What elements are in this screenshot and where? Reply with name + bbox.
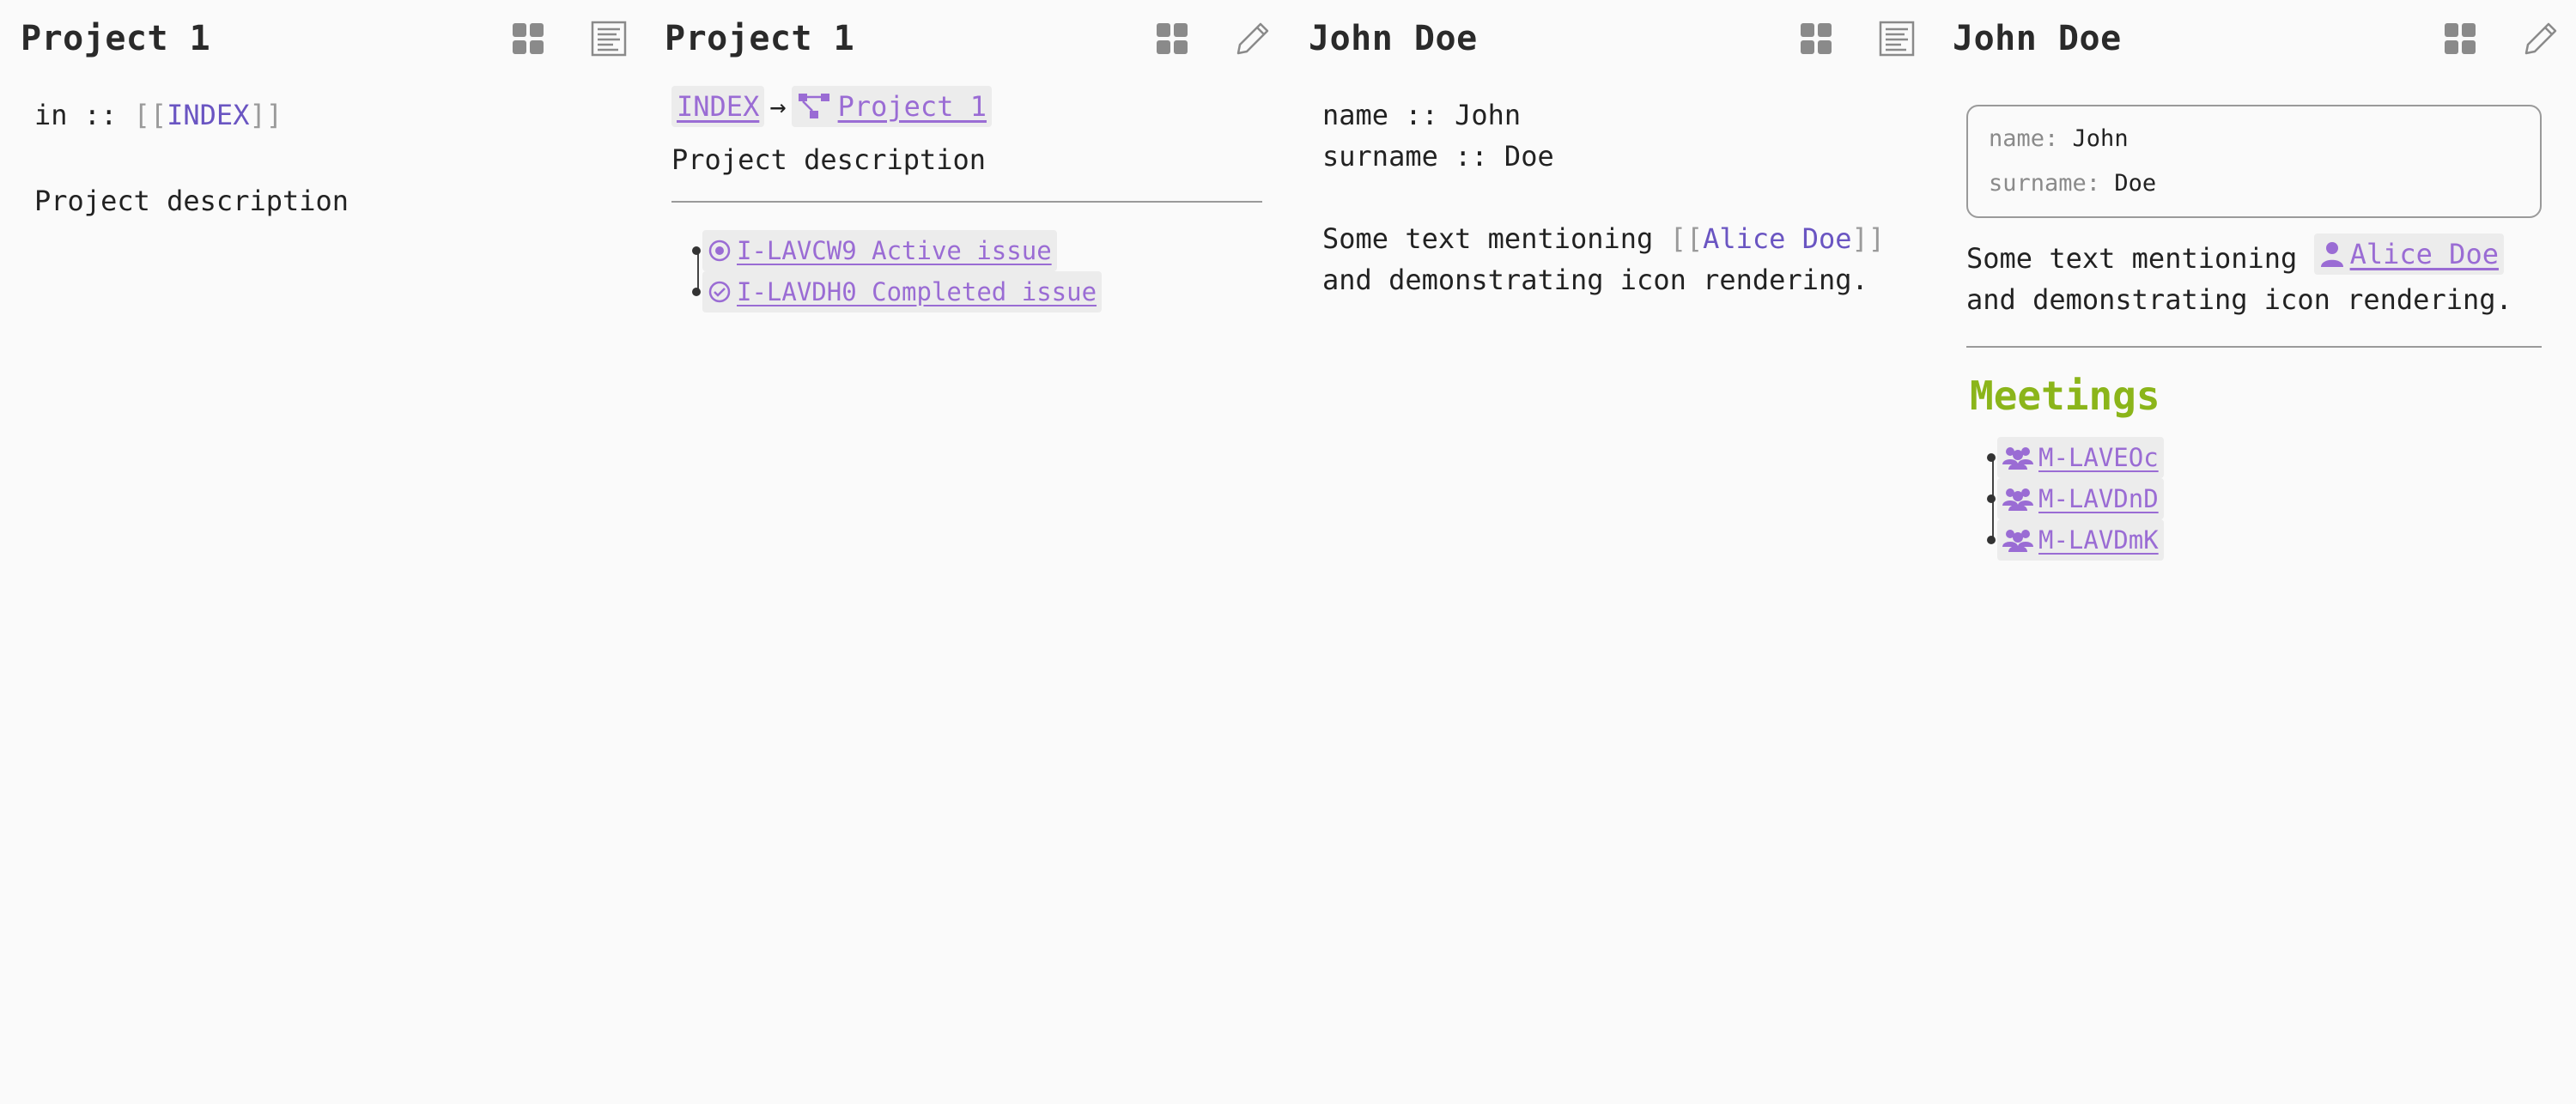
meeting-label: M-LAVDmK: [2038, 525, 2159, 555]
panel-project-rendered: Project 1 INDEX → Project 1 Project desc…: [644, 0, 1288, 1104]
project-description: Project description: [671, 143, 987, 176]
property-separator: ::: [1455, 140, 1488, 173]
property-row: surname: Doe: [1989, 161, 2519, 206]
people-icon: [2002, 488, 2033, 511]
document-icon[interactable]: [591, 21, 627, 57]
bracket-open: [[: [1669, 222, 1704, 255]
list-item: M-LAVDmK: [1987, 519, 2542, 561]
property-key: surname: [1322, 140, 1438, 173]
body-text: Some text mentioning: [1322, 222, 1654, 255]
property-value: John: [1455, 99, 1522, 131]
property-line: name :: John: [1322, 94, 1906, 136]
mention-label: Alice Doe: [2349, 238, 2499, 270]
mention-wikilink[interactable]: Alice Doe: [1703, 222, 1851, 255]
panel-person-rendered: John Doe name: John surname: Doe Some te…: [1932, 0, 2576, 1104]
page-title: John Doe: [1309, 19, 1478, 58]
document-icon[interactable]: [1879, 21, 1915, 57]
page-title: John Doe: [1953, 19, 2122, 58]
breadcrumb-project-link[interactable]: Project 1: [791, 86, 992, 127]
rendered-content: name: John surname: Doe Some text mentio…: [1966, 105, 2542, 561]
bracket-open: [[: [133, 99, 167, 131]
issue-label: I-LAVDH0 Completed issue: [737, 277, 1097, 306]
breadcrumb: INDEX → Project 1: [671, 86, 1262, 127]
grid-icon[interactable]: [510, 21, 546, 57]
page-title: Project 1: [665, 19, 855, 58]
source-content[interactable]: in :: [[INDEX]] Project description: [34, 94, 618, 221]
list-item: I-LAVDH0 Completed issue: [692, 271, 1262, 312]
breadcrumb-arrow: →: [769, 90, 787, 123]
grid-icon[interactable]: [2442, 21, 2478, 57]
issue-link[interactable]: I-LAVCW9 Active issue: [702, 230, 1057, 271]
grid-icon[interactable]: [1154, 21, 1190, 57]
body-paragraph: Some text mentioning Alice Doe: [1966, 234, 2542, 279]
panel-toolbar: [2442, 21, 2559, 57]
property-separator: ::: [1405, 99, 1438, 131]
list-item: M-LAVEOc: [1987, 437, 2542, 478]
meeting-link[interactable]: M-LAVDnD: [1997, 478, 2164, 519]
page-title: Project 1: [21, 19, 211, 58]
source-content[interactable]: name :: John surname :: Doe Some text me…: [1322, 94, 1906, 300]
project-description: Project description: [34, 185, 349, 217]
completed-issue-icon: [708, 281, 731, 303]
panel-toolbar: [1154, 21, 1271, 57]
property-key: in: [34, 99, 68, 131]
people-icon: [2002, 447, 2033, 470]
rendered-content: INDEX → Project 1 Project description I-…: [671, 86, 1262, 312]
active-issue-icon: [708, 240, 731, 262]
breadcrumb-project-label: Project 1: [837, 90, 987, 123]
panel-toolbar: [510, 21, 627, 57]
meeting-label: M-LAVDnD: [2038, 484, 2159, 513]
project-icon: [798, 94, 829, 118]
issue-label: I-LAVCW9 Active issue: [737, 236, 1052, 265]
body-text: and demonstrating icon rendering.: [1966, 283, 2512, 316]
people-icon: [2002, 530, 2033, 552]
properties-box: name: John surname: Doe: [1966, 105, 2542, 218]
property-key: surname:: [1989, 170, 2101, 197]
mention-link[interactable]: Alice Doe: [2313, 234, 2504, 275]
panel-person-source: John Doe name :: John surname :: Doe Som…: [1288, 0, 1932, 1104]
property-key: name:: [1989, 125, 2059, 152]
meetings-heading: Meetings: [1970, 373, 2160, 419]
property-row: name: John: [1989, 117, 2519, 161]
body-paragraph: Some text mentioning [[Alice Doe]]: [1322, 218, 1906, 259]
meeting-link[interactable]: M-LAVEOc: [1997, 437, 2164, 478]
property-key: name: [1322, 99, 1389, 131]
property-value: Doe: [1504, 140, 1554, 173]
person-icon: [2320, 242, 2343, 267]
index-wikilink[interactable]: INDEX: [167, 99, 249, 131]
property-value: Doe: [2114, 170, 2157, 197]
breadcrumb-index-link[interactable]: INDEX: [671, 86, 765, 127]
bracket-close: ]]: [249, 99, 283, 131]
list-item: M-LAVDnD: [1987, 478, 2542, 519]
body-text: and demonstrating icon rendering.: [1322, 264, 1868, 296]
divider: [671, 201, 1262, 203]
pencil-icon[interactable]: [1235, 21, 1271, 57]
list-item: I-LAVCW9 Active issue: [692, 230, 1262, 271]
body-text: Some text mentioning: [1966, 242, 2298, 275]
panel-project-source: Project 1 in :: [[INDEX]] Project descri…: [0, 0, 644, 1104]
divider: [1966, 346, 2542, 348]
meeting-list: M-LAVEOc M-LAVDnD M-LAVDmK: [1966, 437, 2542, 561]
meeting-link[interactable]: M-LAVDmK: [1997, 519, 2164, 561]
issue-link[interactable]: I-LAVDH0 Completed issue: [702, 271, 1103, 312]
pencil-icon[interactable]: [2523, 21, 2559, 57]
panel-toolbar: [1798, 21, 1915, 57]
grid-icon[interactable]: [1798, 21, 1834, 57]
bracket-close: ]]: [1851, 222, 1886, 255]
meeting-label: M-LAVEOc: [2038, 443, 2159, 472]
issue-list: I-LAVCW9 Active issue I-LAVDH0 Completed…: [671, 230, 1262, 312]
property-value: John: [2072, 125, 2129, 152]
property-separator: ::: [83, 99, 118, 131]
in-property-line: in :: [[INDEX]]: [34, 94, 618, 136]
property-line: surname :: Doe: [1322, 136, 1906, 177]
